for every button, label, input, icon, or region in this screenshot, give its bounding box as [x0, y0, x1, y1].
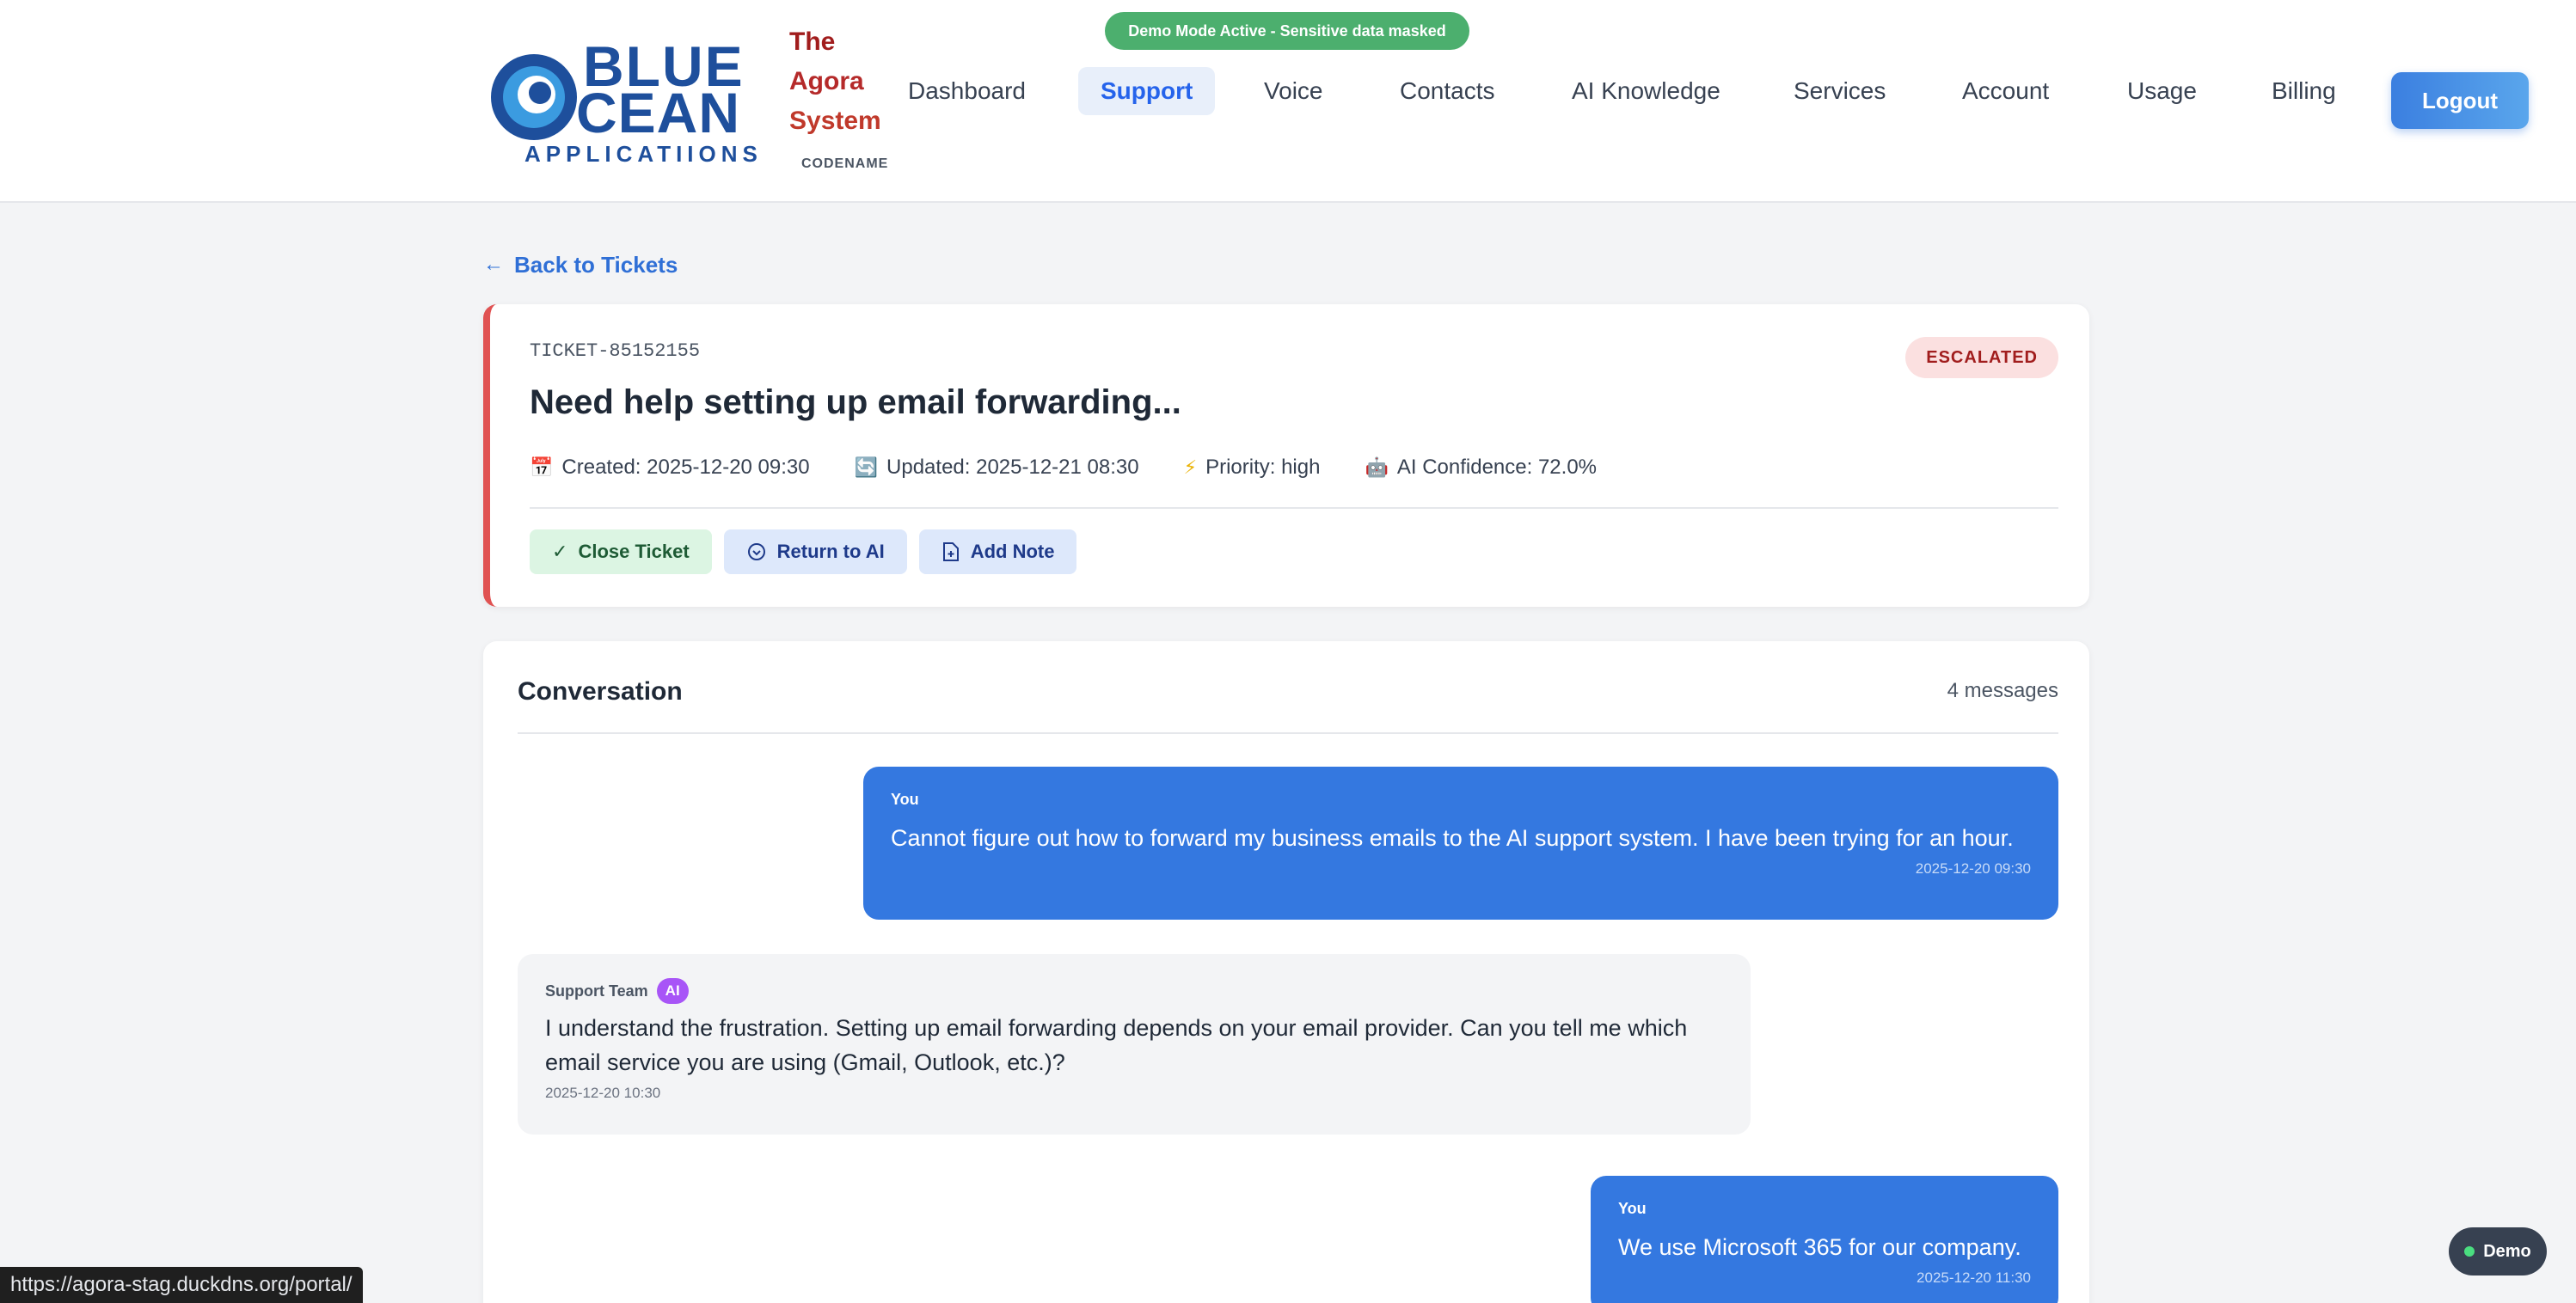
conversation-divider [518, 732, 2058, 734]
logout-button[interactable]: Logout [2391, 72, 2529, 129]
agora-system-title: The Agora System [789, 22, 881, 141]
message-time: 2025-12-20 09:30 [1915, 860, 2031, 877]
updated-text: Updated: 2025-12-21 08:30 [886, 456, 1139, 479]
created-text: Created: 2025-12-20 09:30 [561, 456, 810, 479]
agora-line-2: Agora [789, 67, 864, 95]
message-sender: You [891, 791, 919, 808]
demo-chip-label: Demo [2483, 1241, 2531, 1261]
status-bar-url: https://agora-stag.duckdns.org/portal/ [0, 1267, 363, 1303]
message-sender: You [1618, 1200, 1647, 1217]
robot-icon: 🤖 [1365, 456, 1389, 478]
message-support: Support Team AI I understand the frustra… [518, 954, 1751, 1135]
add-note-button[interactable]: Add Note [918, 529, 1077, 574]
meta-priority: ⚡ Priority: high [1184, 456, 1321, 480]
close-ticket-button[interactable]: ✓ Close Ticket [530, 529, 712, 574]
top-header: Demo Mode Active - Sensitive data masked… [0, 0, 2576, 203]
nav-account[interactable]: Account [1940, 67, 2071, 115]
message-time: 2025-12-20 10:30 [545, 1085, 661, 1101]
close-ticket-label: Close Ticket [578, 541, 690, 562]
meta-ai-confidence: 🤖 AI Confidence: 72.0% [1365, 456, 1597, 480]
ocean-swirl-icon [491, 54, 577, 140]
conversation-title: Conversation [518, 677, 683, 706]
message-body: Cannot figure out how to forward my busi… [891, 825, 2014, 851]
ai-badge: AI [656, 978, 689, 1004]
message-time: 2025-12-20 11:30 [1917, 1269, 2031, 1286]
back-link-label: Back to Tickets [514, 251, 678, 278]
back-to-tickets-link[interactable]: ← Back to Tickets [483, 249, 678, 280]
nav-services[interactable]: Services [1771, 67, 1908, 115]
nav-contacts[interactable]: Contacts [1377, 67, 1518, 115]
card-divider [530, 507, 2058, 509]
meta-created: 📅 Created: 2025-12-20 09:30 [530, 456, 810, 480]
logo-word-cean: CEAN [576, 81, 741, 144]
message-sender: Support Team AI [545, 978, 1723, 1004]
nav-usage[interactable]: Usage [2105, 67, 2219, 115]
status-badge: ESCALATED [1905, 337, 2058, 378]
nav-support[interactable]: Support [1078, 67, 1216, 115]
blue-ocean-logo[interactable]: BLUE CEAN APPLICATIIONS [487, 34, 762, 172]
ai-confidence-text: AI Confidence: 72.0% [1396, 456, 1598, 479]
nav-dashboard[interactable]: Dashboard [886, 67, 1048, 115]
message-user: You We use Microsoft 365 for our company… [1591, 1176, 2058, 1303]
message-body: I understand the frustration. Setting up… [545, 1015, 1688, 1075]
meta-updated: 🔄 Updated: 2025-12-21 08:30 [855, 456, 1139, 480]
arrow-left-icon: ← [483, 253, 504, 276]
nav-ai-knowledge[interactable]: AI Knowledge [1549, 67, 1743, 115]
agora-line-3: System [789, 107, 881, 135]
nav-billing[interactable]: Billing [2249, 67, 2358, 115]
conversation-panel: Conversation 4 messages You Cannot figur… [483, 641, 2089, 1303]
document-plus-icon [942, 542, 959, 561]
nav-voice[interactable]: Voice [1242, 67, 1346, 115]
message-count: 4 messages [1947, 679, 2058, 702]
ticket-header-card: TICKET-85152155 Need help setting up ema… [483, 304, 2089, 607]
return-to-ai-button[interactable]: Return to AI [723, 529, 907, 574]
return-to-ai-label: Return to AI [776, 541, 885, 562]
circle-arrow-icon [747, 543, 765, 560]
demo-chip[interactable]: Demo [2449, 1227, 2547, 1275]
logo-word-applications: APPLICATIIONS [524, 141, 763, 167]
ticket-meta: 📅 Created: 2025-12-20 09:30 🔄 Updated: 2… [530, 456, 1597, 480]
add-note-label: Add Note [970, 541, 1055, 562]
ticket-actions: ✓ Close Ticket Return to AI Add Note [530, 529, 1077, 574]
refresh-icon: 🔄 [854, 456, 879, 478]
status-dot-icon [2464, 1246, 2475, 1257]
check-icon: ✓ [552, 541, 568, 562]
priority-text: Priority: high [1205, 456, 1321, 479]
sender-name: Support Team [545, 982, 648, 1000]
ticket-title: Need help setting up email forwarding... [530, 383, 1181, 421]
demo-mode-banner: Demo Mode Active - Sensitive data masked [1105, 12, 1469, 50]
calendar-icon: 📅 [530, 456, 554, 478]
message-user: You Cannot figure out how to forward my … [863, 767, 2058, 920]
lightning-icon: ⚡ [1183, 456, 1198, 478]
codename-label: CODENAME [801, 156, 889, 171]
message-body: We use Microsoft 365 for our company. [1618, 1234, 2021, 1260]
ticket-id: TICKET-85152155 [530, 340, 701, 362]
agora-line-1: The [789, 28, 836, 56]
